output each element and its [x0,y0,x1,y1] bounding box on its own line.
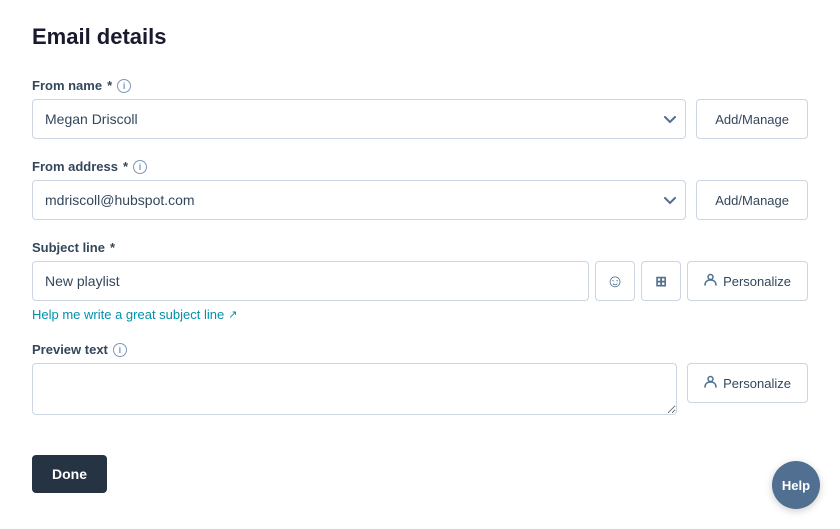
help-subject-link-text: Help me write a great subject line [32,307,224,322]
preview-text-label-text: Preview text [32,342,108,357]
from-address-info-icon[interactable]: i [133,160,147,174]
from-address-select-wrapper: mdriscoll@hubspot.com [32,180,686,220]
preview-text-label: Preview text i [32,342,808,357]
from-address-add-manage-button[interactable]: Add/Manage [696,180,808,220]
help-subject-link[interactable]: Help me write a great subject line ↗ [32,307,237,322]
help-bubble[interactable]: Help [772,461,820,509]
external-link-icon: ↗ [228,308,237,321]
subject-personalize-button[interactable]: Personalize [687,261,808,301]
preview-text-input[interactable] [32,363,677,415]
from-name-input-row: Megan Driscoll Add/Manage [32,99,808,139]
subject-line-group: Subject line * ☺ ⊞ Personalize Help me w… [32,240,808,322]
token-button[interactable]: ⊞ [641,261,681,301]
preview-text-group: Preview text i Personalize [32,342,808,415]
from-name-group: From name * i Megan Driscoll Add/Manage [32,78,808,139]
token-icon: ⊞ [655,273,667,290]
emoji-icon: ☺ [606,271,624,292]
from-name-select[interactable]: Megan Driscoll [32,99,686,139]
from-name-label-text: From name [32,78,102,93]
from-name-add-manage-button[interactable]: Add/Manage [696,99,808,139]
preview-personalize-icon [704,375,717,391]
from-address-required-star: * [123,159,128,174]
subject-line-row: ☺ ⊞ Personalize [32,261,808,301]
subject-personalize-icon [704,273,717,289]
from-address-select[interactable]: mdriscoll@hubspot.com [32,180,686,220]
subject-line-label: Subject line * [32,240,808,255]
preview-text-info-icon[interactable]: i [113,343,127,357]
from-address-group: From address * i mdriscoll@hubspot.com A… [32,159,808,220]
from-address-label-text: From address [32,159,118,174]
done-button[interactable]: Done [32,455,107,493]
from-name-info-icon[interactable]: i [117,79,131,93]
from-name-select-wrapper: Megan Driscoll [32,99,686,139]
subject-line-required-star: * [110,240,115,255]
from-address-input-row: mdriscoll@hubspot.com Add/Manage [32,180,808,220]
from-name-required-star: * [107,78,112,93]
subject-line-label-text: Subject line [32,240,105,255]
subject-line-input[interactable] [32,261,589,301]
preview-personalize-button[interactable]: Personalize [687,363,808,403]
page-title: Email details [32,24,808,50]
emoji-button[interactable]: ☺ [595,261,635,301]
preview-personalize-label: Personalize [723,376,791,391]
subject-personalize-label: Personalize [723,274,791,289]
from-name-label: From name * i [32,78,808,93]
preview-text-row: Personalize [32,363,808,415]
from-address-label: From address * i [32,159,808,174]
